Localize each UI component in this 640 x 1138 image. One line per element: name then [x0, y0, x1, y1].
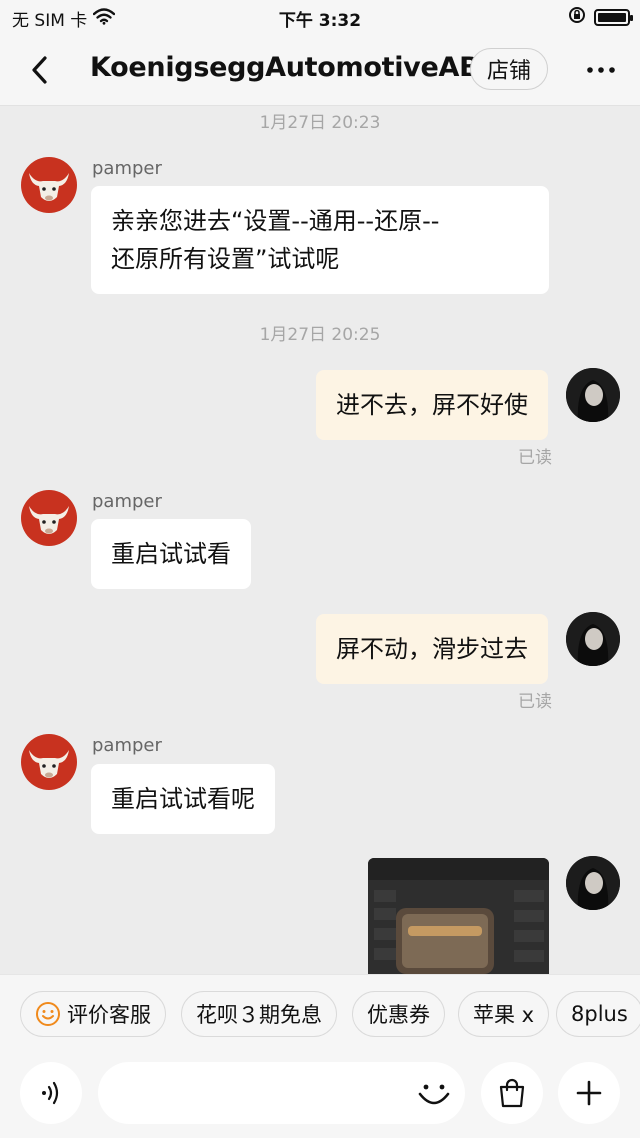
user-avatar[interactable] — [566, 856, 620, 910]
status-right — [568, 6, 633, 29]
user-avatar[interactable] — [566, 612, 620, 666]
chip-label: 8plus — [571, 1002, 628, 1026]
message-bubble-incoming[interactable]: 重启试试看呢 — [91, 764, 275, 834]
status-time: 下午 3:32 — [278, 11, 362, 31]
status-bar: 无 SIM 卡 下午 3:32 — [0, 0, 640, 34]
bull-logo-icon — [29, 750, 69, 778]
user-portrait-icon — [566, 856, 620, 910]
quick-reply-rate-service[interactable]: 评价客服 — [20, 991, 166, 1037]
message-text: 重启试试看呢 — [111, 785, 255, 813]
smile-icon — [36, 1002, 60, 1026]
more-dots-icon — [587, 67, 615, 73]
chat-title: KoenigseggAutomotiveAB — [90, 52, 480, 83]
voice-icon — [42, 1081, 59, 1105]
chip-label: 优惠券 — [367, 1003, 430, 1027]
message-input-wrapper[interactable] — [98, 1062, 465, 1124]
bull-logo-icon — [29, 173, 69, 201]
quick-reply-bar: 评价客服 花呗３期免息 优惠券 苹果 x 8plus — [0, 974, 640, 1052]
quick-reply-8plus[interactable]: 8plus — [556, 991, 640, 1037]
seller-avatar[interactable] — [21, 734, 77, 790]
input-bar — [0, 1052, 640, 1138]
user-portrait-icon — [566, 612, 620, 666]
chip-label: 苹果 x — [473, 1003, 535, 1027]
user-avatar[interactable] — [566, 368, 620, 422]
message-bubble-incoming[interactable]: 重启试试看 — [91, 519, 251, 589]
timestamp: 1月27日 20:23 — [259, 113, 381, 133]
quick-reply-huabei[interactable]: 花呗３期免息 — [181, 991, 337, 1037]
message-text: 屏不动，滑步过去 — [336, 635, 528, 663]
voice-button[interactable] — [20, 1062, 82, 1124]
product-button[interactable] — [481, 1062, 543, 1124]
sender-name: pamper — [92, 158, 162, 179]
rotation-lock-icon — [568, 6, 586, 29]
quick-reply-apple-x[interactable]: 苹果 x — [458, 991, 550, 1037]
phone-photo-image — [368, 858, 549, 974]
image-message[interactable] — [368, 858, 549, 974]
battery-icon — [594, 9, 633, 26]
sender-name: pamper — [92, 735, 162, 756]
back-button[interactable] — [22, 52, 58, 88]
more-options-button[interactable] — [558, 1062, 620, 1124]
plus-icon — [576, 1080, 602, 1106]
seller-avatar[interactable] — [21, 157, 77, 213]
chip-label: 评价客服 — [67, 1003, 151, 1027]
chevron-left-icon — [32, 56, 47, 84]
bull-logo-icon — [29, 506, 69, 534]
chat-area[interactable]: 1月27日 20:23 pamper 亲亲您进去“设置--通用--还原-- 还原… — [0, 106, 640, 974]
user-portrait-icon — [566, 368, 620, 422]
seller-avatar[interactable] — [21, 490, 77, 546]
shopping-bag-icon — [499, 1078, 525, 1108]
sender-name: pamper — [92, 491, 162, 512]
message-input[interactable] — [120, 1062, 410, 1124]
message-text-line: 亲亲您进去“设置--通用--还原-- — [111, 207, 440, 235]
shop-button[interactable]: 店铺 — [470, 48, 548, 90]
message-text-line: 还原所有设置”试试呢 — [111, 245, 340, 273]
timestamp: 1月27日 20:25 — [259, 325, 381, 345]
nav-bar: KoenigseggAutomotiveAB 店铺 — [0, 34, 640, 106]
quick-reply-coupon[interactable]: 优惠券 — [352, 991, 445, 1037]
message-bubble-outgoing[interactable]: 屏不动，滑步过去 — [316, 614, 548, 684]
read-receipt: 已读 — [518, 448, 552, 468]
more-button[interactable] — [584, 56, 618, 84]
message-text: 进不去，屏不好使 — [336, 391, 528, 419]
emoji-icon[interactable] — [415, 1074, 453, 1112]
message-bubble-incoming[interactable]: 亲亲您进去“设置--通用--还原-- 还原所有设置”试试呢 — [91, 186, 549, 294]
read-receipt: 已读 — [518, 692, 552, 712]
message-bubble-outgoing[interactable]: 进不去，屏不好使 — [316, 370, 548, 440]
message-text: 重启试试看 — [111, 540, 231, 568]
chip-label: 花呗３期免息 — [196, 1003, 322, 1027]
